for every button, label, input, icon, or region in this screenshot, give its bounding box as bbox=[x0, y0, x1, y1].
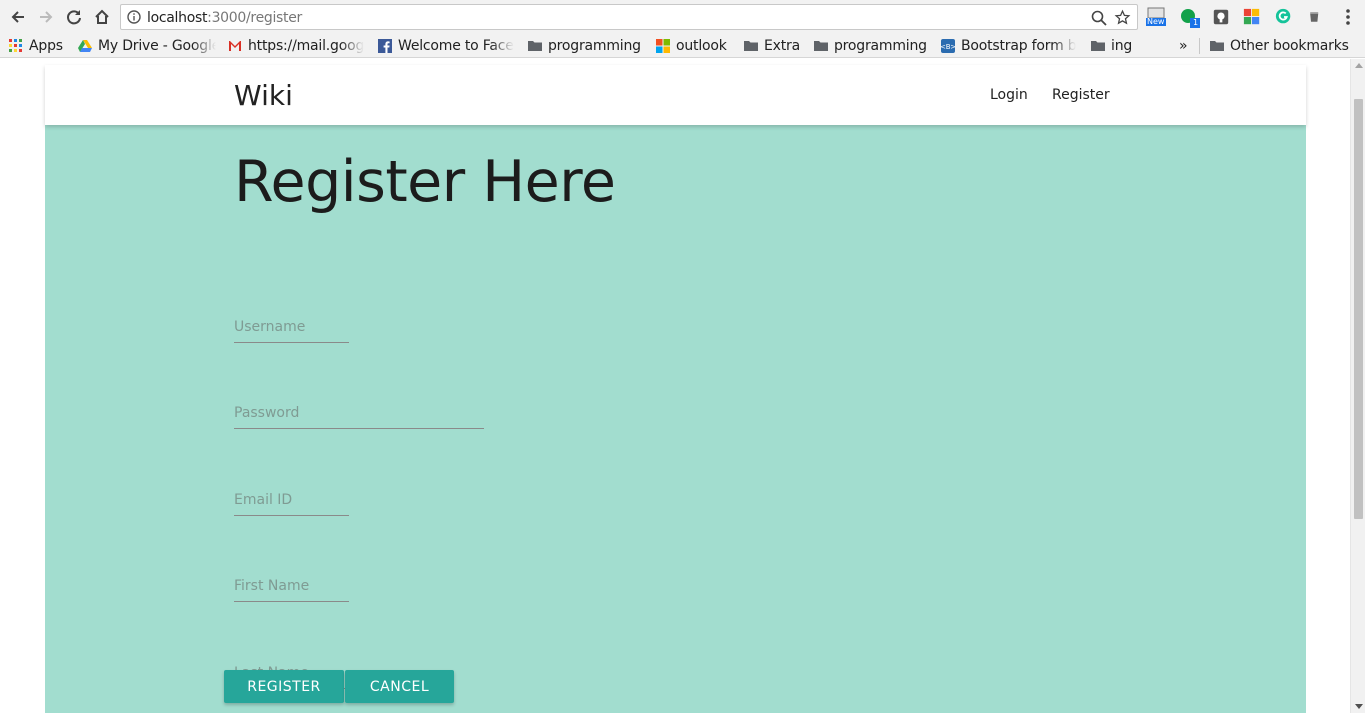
scroll-up-arrow-icon[interactable] bbox=[1355, 63, 1363, 68]
extension-colorful[interactable] bbox=[1243, 8, 1263, 28]
star-icon[interactable] bbox=[1114, 9, 1131, 26]
bookmark-gmail[interactable]: https://mail.goog bbox=[228, 37, 366, 55]
bookmark-apps[interactable]: Apps bbox=[9, 37, 69, 55]
page-scrollbar[interactable] bbox=[1350, 59, 1365, 713]
username-input[interactable] bbox=[234, 313, 349, 341]
brand-logo[interactable]: Wiki bbox=[234, 79, 293, 112]
cup-icon bbox=[1310, 12, 1319, 22]
bookmark-label: ing bbox=[1111, 38, 1133, 54]
facebook-icon bbox=[378, 39, 392, 53]
bookmark-my-drive[interactable]: My Drive - Google bbox=[78, 37, 216, 55]
email-field[interactable] bbox=[234, 486, 349, 516]
address-bar[interactable]: localhost:3000/register bbox=[120, 4, 1138, 30]
bookmark-label: Welcome to Face bbox=[398, 38, 514, 54]
reload-icon bbox=[67, 10, 81, 25]
url-text: localhost:3000/register bbox=[147, 10, 302, 26]
notification-count: 1 bbox=[1193, 18, 1199, 27]
gmail-icon bbox=[229, 41, 241, 51]
folder-icon bbox=[814, 41, 828, 51]
bookmarks-overflow-button[interactable]: » bbox=[1179, 37, 1193, 55]
extension-grammarly[interactable] bbox=[1275, 8, 1295, 28]
browser-toolbar: localhost:3000/register New 1 bbox=[0, 0, 1365, 34]
page-title: Register Here bbox=[234, 149, 616, 215]
scrollbar-thumb[interactable] bbox=[1354, 99, 1363, 519]
new-badge: New bbox=[1147, 17, 1165, 26]
microsoft-icon bbox=[656, 39, 670, 53]
nav-login-link[interactable]: Login bbox=[990, 87, 1028, 103]
back-arrow-icon bbox=[11, 11, 24, 23]
home-icon bbox=[95, 9, 109, 24]
bookmarks-bar: Apps My Drive - Google https://mail.goog… bbox=[0, 34, 1365, 58]
folder-icon bbox=[528, 41, 542, 51]
bookmark-outlook[interactable]: outlook bbox=[656, 37, 736, 55]
home-button[interactable] bbox=[92, 7, 112, 27]
url-host: localhost bbox=[147, 10, 208, 26]
bookmark-facebook[interactable]: Welcome to Face bbox=[378, 37, 516, 55]
bookmark-label: Apps bbox=[29, 38, 63, 54]
bookmark-programming-2[interactable]: programming bbox=[814, 37, 934, 55]
bookmark-label: Bootstrap form b bbox=[961, 38, 1077, 54]
bookmark-label: https://mail.goog bbox=[248, 38, 365, 54]
lock-icon bbox=[1213, 9, 1229, 25]
google-drive-icon bbox=[78, 40, 92, 52]
bookmark-bootstrap[interactable]: <B> Bootstrap form b bbox=[941, 37, 1079, 55]
search-icon[interactable] bbox=[1091, 10, 1107, 26]
extension-new[interactable]: New bbox=[1146, 6, 1166, 26]
extension-chat[interactable]: 1 bbox=[1180, 8, 1200, 28]
bookmark-other[interactable]: Other bookmarks bbox=[1210, 37, 1360, 55]
first-name-input[interactable] bbox=[234, 572, 349, 600]
folder-icon bbox=[1091, 41, 1105, 51]
bookmark-label: Extra bbox=[764, 38, 800, 54]
register-button[interactable]: REGISTER bbox=[224, 670, 344, 703]
bookmark-ing[interactable]: ing bbox=[1091, 37, 1141, 55]
apps-grid-icon bbox=[9, 39, 22, 52]
folder-icon bbox=[1210, 41, 1224, 51]
bookmark-label: My Drive - Google bbox=[98, 38, 216, 54]
nav-register-link[interactable]: Register bbox=[1052, 87, 1110, 103]
puzzle-icon bbox=[1243, 8, 1260, 25]
bookmark-label: programming bbox=[834, 38, 927, 54]
bootstrap-icon: <B> bbox=[941, 39, 955, 53]
url-path: :3000/register bbox=[207, 10, 303, 26]
bookmark-label: programming bbox=[548, 38, 641, 54]
cancel-button[interactable]: CANCEL bbox=[345, 670, 454, 703]
bookmark-label: outlook bbox=[676, 38, 727, 54]
first-name-field[interactable] bbox=[234, 572, 349, 602]
password-field[interactable] bbox=[234, 399, 484, 429]
top-navbar: Wiki Login Register bbox=[45, 65, 1306, 125]
svg-text:<B>: <B> bbox=[941, 43, 955, 51]
email-input[interactable] bbox=[234, 486, 349, 514]
web-page: Register Here Wiki Login Register REGIST… bbox=[0, 59, 1365, 713]
extension-lock[interactable] bbox=[1212, 8, 1232, 28]
info-icon[interactable] bbox=[127, 10, 141, 24]
menu-icon[interactable] bbox=[1340, 7, 1356, 27]
bookmark-programming-1[interactable]: programming bbox=[528, 37, 648, 55]
folder-icon bbox=[744, 41, 758, 51]
username-field[interactable] bbox=[234, 313, 349, 343]
scroll-down-arrow-icon[interactable] bbox=[1355, 704, 1363, 709]
bookmark-extra[interactable]: Extra bbox=[744, 37, 808, 55]
extension-cup[interactable] bbox=[1307, 8, 1327, 28]
password-input[interactable] bbox=[234, 399, 484, 427]
reload-button[interactable] bbox=[64, 7, 84, 27]
register-section: Register Here bbox=[45, 125, 1306, 713]
forward-arrow-icon bbox=[40, 11, 53, 23]
back-button[interactable] bbox=[8, 7, 28, 27]
forward-button[interactable] bbox=[36, 7, 56, 27]
grammarly-icon bbox=[1275, 8, 1291, 24]
bookmark-label: Other bookmarks bbox=[1230, 38, 1349, 54]
bookmarks-divider bbox=[1199, 38, 1200, 54]
overflow-chevron-icon: » bbox=[1179, 38, 1188, 54]
